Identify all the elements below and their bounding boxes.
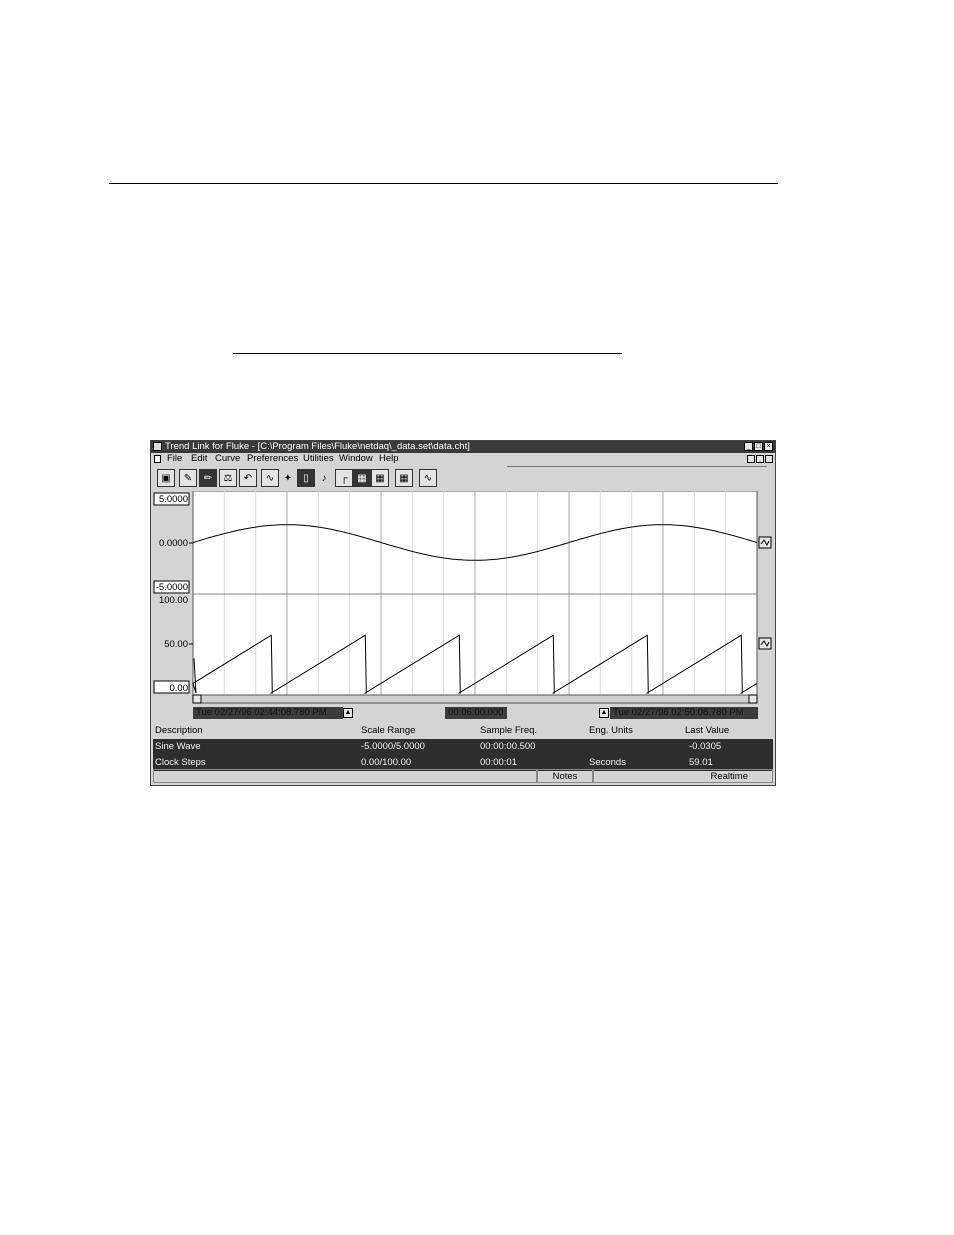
row1-last-value: -0.0305 [689, 741, 722, 752]
col-sample-freq[interactable]: Sample Freq. [480, 723, 537, 739]
time-span: 00:06:00.000 [448, 707, 504, 718]
cursor-icon[interactable]: ┌ [335, 469, 353, 487]
start-time-field[interactable]: Tue 02/27/96 02:44:08.780 PM [193, 707, 343, 719]
minimize-icon[interactable]: _ [744, 442, 753, 451]
time-bar: Tue 02/27/96 02:44:08.780 PM ▲ 00:06:00.… [193, 707, 759, 719]
doc-restore-icon[interactable] [756, 455, 764, 463]
menu-preferences[interactable]: Preferences [247, 453, 298, 465]
status-panel-left [153, 769, 537, 783]
start-time-arrow-icon[interactable]: ▲ [343, 708, 353, 718]
trend-icon[interactable]: ∿ [419, 469, 437, 487]
add-curve-icon[interactable]: ∿ [261, 469, 279, 487]
col-eng-units[interactable]: Eng. Units [589, 723, 633, 739]
title-bar[interactable]: Trend Link for Fluke - [C:\Program Files… [151, 441, 775, 453]
grid-icon[interactable]: ▦ [353, 469, 371, 487]
time-span-field[interactable]: 00:06:00.000 [445, 707, 507, 719]
row1-description: Sine Wave [155, 741, 201, 752]
menu-curve[interactable]: Curve [215, 453, 240, 465]
y-tick-2-mid: 50.00 [164, 639, 188, 650]
menu-help[interactable]: Help [379, 453, 399, 465]
scale-icon[interactable]: ⚖ [219, 469, 237, 487]
notes-panel[interactable]: Notes [537, 769, 593, 783]
calculator-icon[interactable]: ▦ [395, 469, 413, 487]
page-rule-top [109, 183, 778, 184]
probe-icon[interactable]: ✦ [279, 469, 297, 487]
doc-close-icon[interactable] [765, 455, 773, 463]
menu-utilities[interactable]: Utilities [303, 453, 334, 465]
curve-table: Description Scale Range Sample Freq. Eng… [153, 723, 773, 771]
app-window: Trend Link for Fluke - [C:\Program Files… [150, 440, 776, 786]
menu-bar: File Edit Curve Preferences Utilities Wi… [151, 453, 775, 465]
end-time: Tue 02/27/96 02:50:08.780 PM [613, 707, 744, 718]
col-last-value[interactable]: Last Value [685, 723, 729, 739]
toolbar: ▣ ✎ ✏ ⚖ ↶ ∿ ✦ ▯ ♪ ┌ ▦ ▦ ▦ ∿ [151, 468, 775, 490]
col-description[interactable]: Description [155, 723, 203, 739]
end-time-arrow-icon[interactable]: ▲ [599, 708, 609, 718]
doc-minimize-icon[interactable] [747, 455, 755, 463]
col-scale-range[interactable]: Scale Range [361, 723, 415, 739]
menu-file[interactable]: File [167, 453, 182, 465]
scroll-left-button[interactable] [192, 694, 202, 704]
mode-panel: Realtime [593, 769, 773, 783]
menu-edit[interactable]: Edit [191, 453, 207, 465]
y-tick-2-max: 100.00 [159, 595, 188, 606]
app-icon[interactable] [153, 442, 162, 451]
eraser-icon[interactable]: ▯ [297, 469, 315, 487]
notes-label: Notes [552, 771, 578, 782]
pencil-icon[interactable]: ✏ [199, 469, 217, 487]
document-icon[interactable] [154, 455, 161, 463]
trend-chart[interactable]: 5.0000 0.0000 -5.0000 100.00 50.00 0.00 [153, 491, 773, 707]
table-row[interactable]: Sine Wave -5.0000/5.0000 00:00:00.500 -0… [153, 739, 773, 755]
open-chart-icon[interactable]: ▣ [157, 469, 175, 487]
undo-icon[interactable]: ↶ [239, 469, 257, 487]
menu-separator [507, 466, 767, 467]
row1-sample-freq: 00:00:00.500 [480, 741, 536, 752]
table-header: Description Scale Range Sample Freq. Eng… [153, 723, 773, 739]
table-icon[interactable]: ▦ [371, 469, 389, 487]
start-time: Tue 02/27/96 02:44:08.780 PM [196, 707, 327, 718]
row1-scale-range: -5.0000/5.0000 [361, 741, 425, 752]
y-tick-1-min: -5.0000 [156, 582, 188, 593]
page-rule-middle [233, 353, 622, 354]
y-tick-1-max: 5.0000 [159, 494, 188, 505]
maximize-icon[interactable]: □ [754, 442, 763, 451]
y-tick-1-mid: 0.0000 [159, 538, 188, 549]
status-bar: Notes Realtime [153, 769, 773, 783]
horizontal-scrollbar[interactable] [192, 694, 758, 704]
mode-label: Realtime [710, 771, 749, 782]
end-time-field[interactable]: Tue 02/27/96 02:50:08.780 PM [610, 707, 758, 719]
window-title: Trend Link for Fluke - [C:\Program Files… [165, 441, 470, 452]
y-tick-2-min: 0.00 [170, 683, 189, 694]
scroll-right-button[interactable] [748, 694, 758, 704]
close-icon[interactable]: × [764, 442, 773, 451]
edit-icon[interactable]: ✎ [179, 469, 197, 487]
menu-window[interactable]: Window [339, 453, 373, 465]
note-icon[interactable]: ♪ [315, 469, 333, 487]
